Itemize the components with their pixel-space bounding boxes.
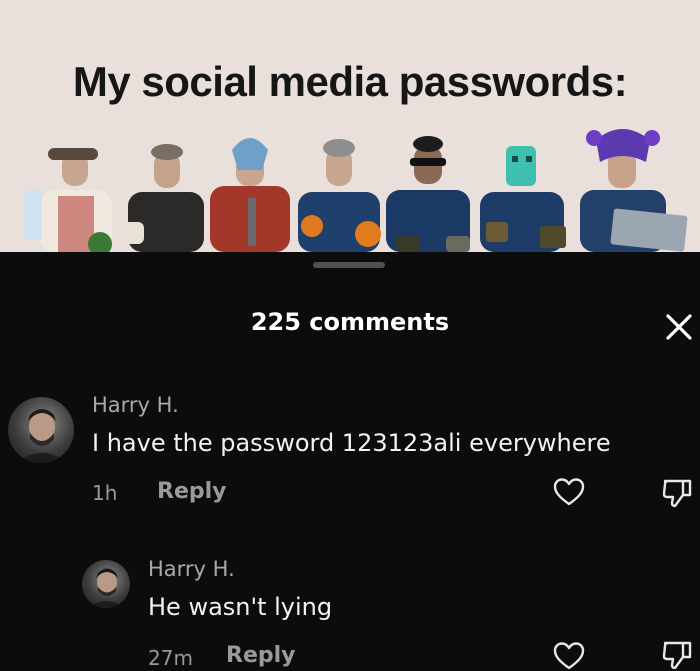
- avatar[interactable]: [8, 397, 74, 463]
- dislike-icon: [662, 479, 692, 508]
- figure-6: [480, 146, 566, 252]
- dislike-icon: [662, 641, 692, 669]
- close-icon: [666, 314, 692, 340]
- close-button[interactable]: [660, 308, 698, 346]
- heart-icon: [553, 642, 585, 670]
- reply-text: He wasn't lying: [148, 593, 333, 621]
- reply-avatar[interactable]: [82, 560, 130, 608]
- figure-3: [210, 138, 290, 252]
- meme-image: My social media passwords:: [0, 0, 700, 252]
- reply-dislike-button[interactable]: [661, 639, 693, 669]
- meme-figures-illustration: [24, 129, 688, 252]
- figure-2: [122, 144, 204, 252]
- figure-7: [580, 129, 688, 252]
- reply-username[interactable]: Harry H.: [148, 557, 235, 581]
- comment-username[interactable]: Harry H.: [92, 393, 179, 417]
- comment-timestamp: 1h: [92, 481, 118, 505]
- reply-like-button[interactable]: [553, 641, 585, 671]
- comment-count: 225 comments: [250, 308, 450, 336]
- reply-timestamp: 27m: [148, 646, 193, 670]
- avatar-photo: [88, 568, 124, 608]
- avatar-photo: [16, 409, 68, 463]
- like-button[interactable]: [553, 477, 585, 507]
- reply-button[interactable]: Reply: [157, 479, 227, 504]
- comment-text: I have the password 123123ali everywhere: [92, 429, 611, 457]
- heart-icon: [553, 478, 585, 506]
- drag-handle[interactable]: [313, 262, 385, 268]
- dislike-button[interactable]: [661, 477, 693, 509]
- figure-1: [24, 148, 112, 252]
- reply-to-reply-button[interactable]: Reply: [226, 643, 296, 668]
